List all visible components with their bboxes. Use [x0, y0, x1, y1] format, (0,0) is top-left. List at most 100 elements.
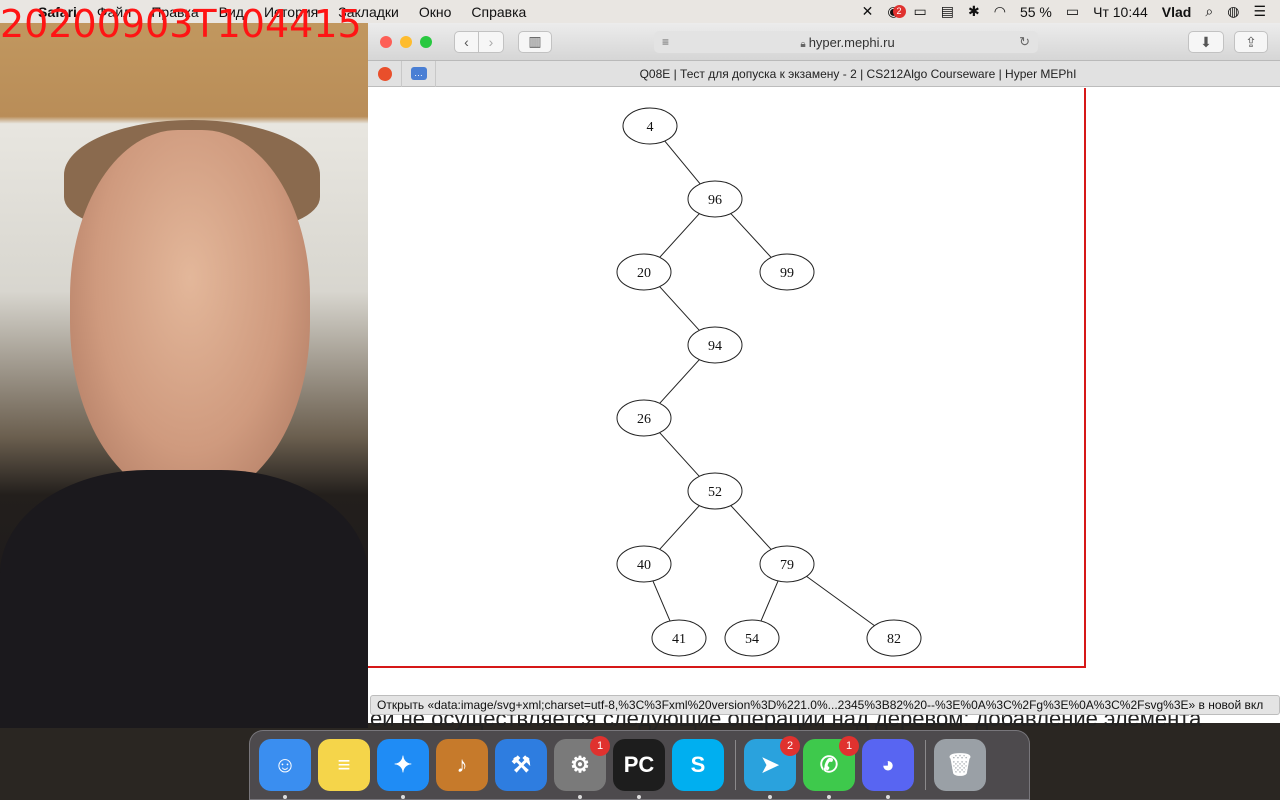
tree-edge-79-54 — [760, 580, 779, 622]
pycharm-icon: PC — [623, 752, 655, 777]
tree-edge-79-82 — [803, 573, 878, 629]
tree-node-label: 40 — [637, 558, 651, 573]
question-image-frame: 4 96 20 99 94 26 52 40 79 41 54 82 — [368, 88, 1086, 668]
tree-edge-96-99 — [728, 211, 774, 260]
tree-edge-52-79 — [728, 503, 774, 552]
sidebar-toggle-button[interactable]: ▥ — [518, 30, 552, 53]
running-indicator — [401, 795, 405, 799]
dock-skype-app[interactable]: S — [672, 739, 724, 791]
skype-icon: S — [690, 752, 706, 777]
webcam-timestamp: 20200903T104415 — [0, 2, 362, 46]
address-bar[interactable]: ≡ 🔒︎ hyper.mephi.ru ↻ — [654, 31, 1038, 53]
tree-node-label: 41 — [672, 632, 686, 647]
tree-node-52: 52 — [687, 472, 743, 510]
pinned-site-icon — [377, 66, 392, 81]
finder-icon: ☺ — [273, 752, 297, 777]
chat-icon: … — [410, 67, 427, 80]
dock-pycharm-app[interactable]: PC — [613, 739, 665, 799]
tree-edge-96-20 — [657, 211, 702, 260]
dock-xcode-app[interactable]: ⚒ — [495, 739, 547, 791]
tree-node-82: 82 — [866, 619, 922, 657]
dock-badge: 1 — [590, 736, 610, 756]
close-button[interactable] — [380, 35, 392, 48]
dock-separator — [735, 740, 736, 790]
dock-finder-app[interactable]: ☺ — [259, 739, 311, 799]
pinned-tab-2[interactable]: … — [402, 60, 436, 87]
dock-telegram-app[interactable]: ➤ 2 — [744, 736, 800, 799]
flag-icon[interactable]: ▤ — [941, 3, 954, 20]
tree-node-96: 96 — [687, 180, 743, 218]
siri-icon[interactable]: ◍ — [1227, 3, 1239, 20]
menu-window[interactable]: Окно — [419, 4, 452, 20]
hammer-icon: ⚒ — [511, 752, 531, 777]
tree-node-label: 99 — [780, 266, 794, 281]
back-button[interactable]: ‹ — [454, 30, 479, 53]
tree-node-label: 82 — [887, 632, 901, 647]
fullscreen-button[interactable] — [420, 35, 432, 48]
menu-help[interactable]: Справка — [471, 4, 526, 20]
tree-node-20: 20 — [616, 253, 672, 291]
dock-garageband-app[interactable]: ♪ — [436, 739, 488, 791]
tree-node-label: 94 — [708, 339, 722, 354]
notes-icon: ≡ — [337, 752, 351, 777]
facetime-icon: ✆ — [819, 752, 839, 777]
bluetooth-icon[interactable]: ✱ — [968, 3, 980, 20]
chevron-right-icon: › — [488, 33, 494, 50]
downloads-button[interactable]: ⬇ — [1188, 31, 1224, 53]
sidebar-icon: ▥ — [528, 33, 542, 49]
lock-icon: 🔒︎ — [800, 38, 806, 50]
minimize-button[interactable] — [400, 35, 412, 48]
download-icon: ⬇ — [1200, 33, 1212, 50]
guitar-icon: ♪ — [456, 752, 468, 777]
reload-icon[interactable]: ↻ — [1019, 34, 1030, 50]
dock-notes-app[interactable]: ≡ — [318, 739, 370, 791]
tree-edge-40-41 — [652, 580, 671, 622]
running-indicator — [637, 795, 641, 799]
tree-node-label: 52 — [708, 485, 722, 500]
url-text: hyper.mephi.ru — [808, 34, 895, 50]
trash-icon: 🗑︎ — [946, 752, 974, 777]
gear-icon: ⚙ — [570, 752, 590, 777]
dock-facetime-app[interactable]: ✆ 1 — [803, 736, 859, 799]
tree-node-label: 20 — [637, 266, 651, 281]
running-indicator — [578, 795, 582, 799]
dock: ☺ ≡ ✦ ♪ ⚒ ⚙ 1 PC S ➤ 2 ✆ 1 ◕ 🗑︎ — [249, 730, 1030, 800]
tree-node-label: 54 — [745, 632, 759, 647]
dock-trash[interactable]: 🗑︎ — [934, 739, 986, 791]
tree-node-label: 26 — [637, 412, 651, 427]
notification-center-icon[interactable]: ☰ — [1253, 3, 1266, 20]
dock-badge: 2 — [780, 736, 800, 756]
battery-icon[interactable]: ▭ — [1066, 3, 1079, 20]
tree-node-26: 26 — [616, 399, 672, 437]
window-controls — [380, 35, 440, 48]
wifi-icon[interactable]: ◠ — [994, 3, 1006, 20]
user-name[interactable]: Vlad — [1162, 4, 1192, 20]
dock-badge: 1 — [839, 736, 859, 756]
tree-node-40: 40 — [616, 545, 672, 583]
mute-icon[interactable]: ✕ — [862, 3, 874, 20]
battery-text[interactable]: 55 % — [1020, 4, 1052, 20]
forward-button[interactable]: › — [479, 30, 504, 53]
binary-tree-diagram: 4 96 20 99 94 26 52 40 79 41 54 82 — [616, 107, 922, 657]
clock[interactable]: Чт 10:44 — [1093, 4, 1148, 20]
webcam-shirt — [0, 470, 368, 728]
notification-icon[interactable]: ◉2 — [887, 3, 906, 20]
dock-separator — [925, 740, 926, 790]
reader-icon[interactable]: ≡ — [662, 35, 676, 49]
dock-safari-app[interactable]: ✦ — [377, 739, 429, 799]
dock-discord-app[interactable]: ◕ — [862, 739, 914, 799]
tree-node-4: 4 — [622, 107, 678, 145]
pinned-tab-1[interactable] — [368, 60, 402, 87]
active-tab-title[interactable]: Q08E | Тест для допуска к экзамену - 2 |… — [436, 67, 1280, 81]
tree-edge-4-96 — [663, 139, 702, 186]
webcam-face — [70, 130, 310, 500]
navigation-buttons: ‹ › — [454, 30, 504, 53]
webcam-overlay — [0, 0, 368, 728]
share-button[interactable]: ⇪ — [1234, 31, 1268, 53]
running-indicator — [886, 795, 890, 799]
airplay-icon[interactable]: ▭ — [914, 3, 927, 20]
dock-system-preferences-app[interactable]: ⚙ 1 — [554, 736, 610, 799]
tree-node-54: 54 — [724, 619, 780, 657]
search-icon[interactable]: ⌕ — [1205, 3, 1213, 20]
page-content: 4 96 20 99 94 26 52 40 79 41 54 82 ей не осуществля… — [368, 88, 1280, 731]
